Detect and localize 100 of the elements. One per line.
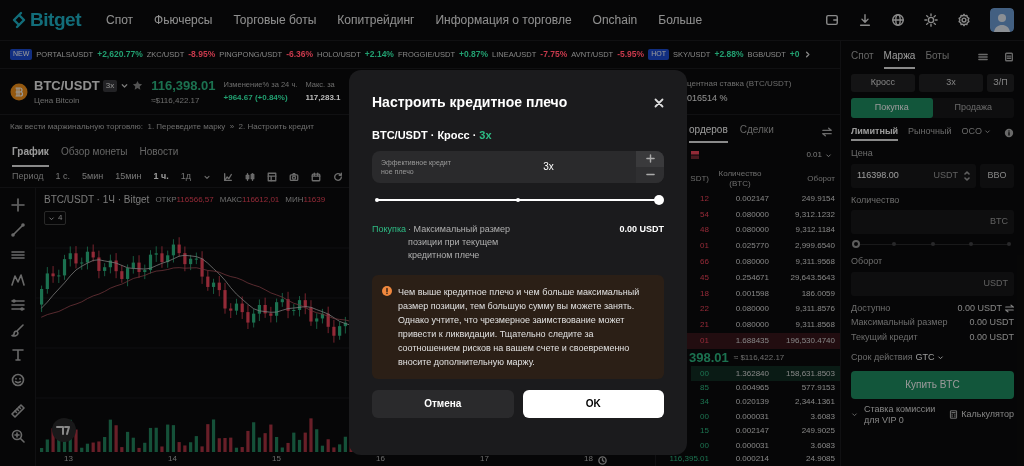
refresh-icon[interactable] [333, 172, 343, 182]
avatar-icon[interactable] [990, 8, 1014, 32]
price-field[interactable]: 116398.00 USDT [851, 163, 976, 188]
logo-icon[interactable] [52, 418, 76, 442]
chart-tab[interactable]: Обзор монеты [60, 144, 128, 167]
coin-icon [10, 82, 28, 101]
candles-icon[interactable] [245, 172, 255, 182]
brush-icon[interactable] [10, 323, 25, 337]
info-icon[interactable] [1004, 128, 1014, 138]
side-toggle[interactable]: Продажа [932, 98, 1014, 118]
nav-link[interactable]: Информация о торговле [435, 11, 572, 29]
text-tool-icon[interactable] [10, 348, 25, 362]
transfer-icon[interactable] [1005, 303, 1014, 313]
panel-tab[interactable]: Маржа [883, 48, 916, 69]
calendar-icon[interactable] [311, 172, 321, 182]
order-price: 12 [699, 192, 709, 205]
panel-tab[interactable]: Спот [851, 48, 874, 69]
order-price: 00 [699, 410, 709, 423]
layout-icon[interactable] [267, 172, 277, 182]
order-type-tab[interactable]: OCO [961, 124, 992, 142]
mode-button[interactable]: 3x [919, 74, 983, 92]
stepper-icon[interactable] [964, 169, 970, 182]
mode-button[interactable]: Кросс [851, 74, 915, 92]
increase-button[interactable] [636, 150, 664, 167]
smiley-icon[interactable] [10, 373, 25, 387]
order-type-tab[interactable]: Лимитный [851, 124, 899, 142]
cancel-button[interactable]: Отмена [372, 389, 514, 418]
fee-link[interactable]: Ставка комиссии для VIP 0 [864, 403, 946, 426]
pair-name[interactable]: BTC/USDT [34, 75, 100, 96]
globe-icon[interactable] [891, 13, 905, 27]
summary-label: Текущий кредит [851, 330, 918, 344]
order-quantity: 0.025770 [734, 240, 769, 253]
crosshair-icon[interactable] [10, 198, 25, 212]
orderbook-tab[interactable]: Сделки [739, 122, 774, 143]
ruler-icon[interactable] [10, 404, 25, 418]
order-price: 21 [699, 319, 709, 332]
nav-link[interactable]: Фьючерсы [154, 11, 213, 29]
fibonacci-icon[interactable] [10, 298, 25, 312]
logo-icon[interactable] [10, 11, 28, 29]
camera-icon[interactable] [289, 172, 299, 182]
period-option[interactable]: 1 ч. [153, 170, 169, 184]
order-price: 01 [699, 240, 709, 253]
trend-line-icon[interactable] [10, 223, 25, 237]
swap-icon[interactable] [822, 127, 832, 137]
nav-link[interactable]: Onchain [592, 11, 638, 29]
orderbook-tab[interactable]: ордеров [689, 122, 728, 143]
stat-label: центная ставка (BTC/USDT) [687, 77, 792, 90]
book-layout-icon[interactable] [691, 151, 699, 159]
settings-icon[interactable] [957, 13, 971, 27]
quantity-field[interactable]: BTC [851, 210, 1014, 234]
side-toggle[interactable]: Покупка [851, 98, 933, 118]
chart-tab[interactable]: Новости [139, 144, 179, 167]
caret-icon[interactable] [120, 81, 130, 90]
position-value: 0.00 USDT [619, 222, 664, 236]
zoom-icon[interactable] [10, 429, 25, 443]
order-price: 85 [699, 382, 709, 395]
panel-tab[interactable]: Боты [925, 48, 950, 69]
nav-link[interactable]: Торговые боты [233, 11, 317, 29]
chart-tab[interactable]: График [12, 144, 49, 167]
parallel-lines-icon[interactable] [10, 248, 25, 262]
nav-link[interactable]: Копитрейдинг [337, 11, 415, 29]
precision-select[interactable]: 0.01 [806, 149, 832, 161]
nav-link[interactable]: Больше [658, 11, 703, 29]
pattern-icon[interactable] [10, 273, 25, 287]
caret-icon[interactable] [203, 173, 211, 181]
clock-icon[interactable] [598, 456, 607, 465]
axis-label: 18 [584, 454, 593, 463]
order-total: 9,311.9568 [794, 256, 835, 269]
logo-text[interactable]: Bitget [30, 5, 81, 35]
ticker-change: +2.14% [364, 48, 394, 61]
period-option[interactable]: 5мин [82, 170, 104, 184]
calculator-link[interactable]: Калькулятор [961, 407, 1014, 422]
order-type-tab[interactable]: Рыночный [908, 124, 952, 142]
chevron-right-icon[interactable] [803, 51, 811, 58]
nav-link[interactable]: Спот [106, 11, 134, 29]
wallet-icon[interactable] [825, 13, 839, 27]
caret-icon[interactable] [851, 411, 858, 418]
star-icon[interactable] [132, 80, 144, 91]
order-total: 249.9154 [800, 192, 835, 205]
tif-select[interactable]: GTC [915, 351, 944, 365]
sun-icon[interactable] [924, 13, 938, 27]
period-option[interactable]: 1 с. [55, 170, 71, 184]
coin-subtitle: Цена Bitcoin [34, 95, 81, 108]
download-icon[interactable] [858, 13, 872, 27]
indicators-icon[interactable] [223, 172, 233, 182]
period-option[interactable]: 15мин [115, 170, 142, 184]
period-option[interactable]: 1д [180, 170, 191, 184]
indicators-toggle[interactable]: 4 [44, 211, 67, 225]
ticker-change: -7.75% [540, 48, 568, 61]
bbo-button[interactable]: BBO [980, 163, 1014, 188]
order-quantity: 0.020139 [734, 396, 769, 409]
calculator-icon[interactable] [949, 410, 959, 419]
document-icon[interactable] [1004, 52, 1014, 62]
close-button[interactable] [654, 97, 664, 108]
turnover-field[interactable]: USDT [851, 271, 1014, 296]
buy-button[interactable]: Купить BTC [851, 370, 1014, 399]
mode-button[interactable]: З/П [987, 74, 1014, 92]
list-icon[interactable] [978, 52, 988, 62]
ticker-change: +0 [789, 48, 800, 61]
ok-button[interactable]: OK [522, 389, 664, 418]
